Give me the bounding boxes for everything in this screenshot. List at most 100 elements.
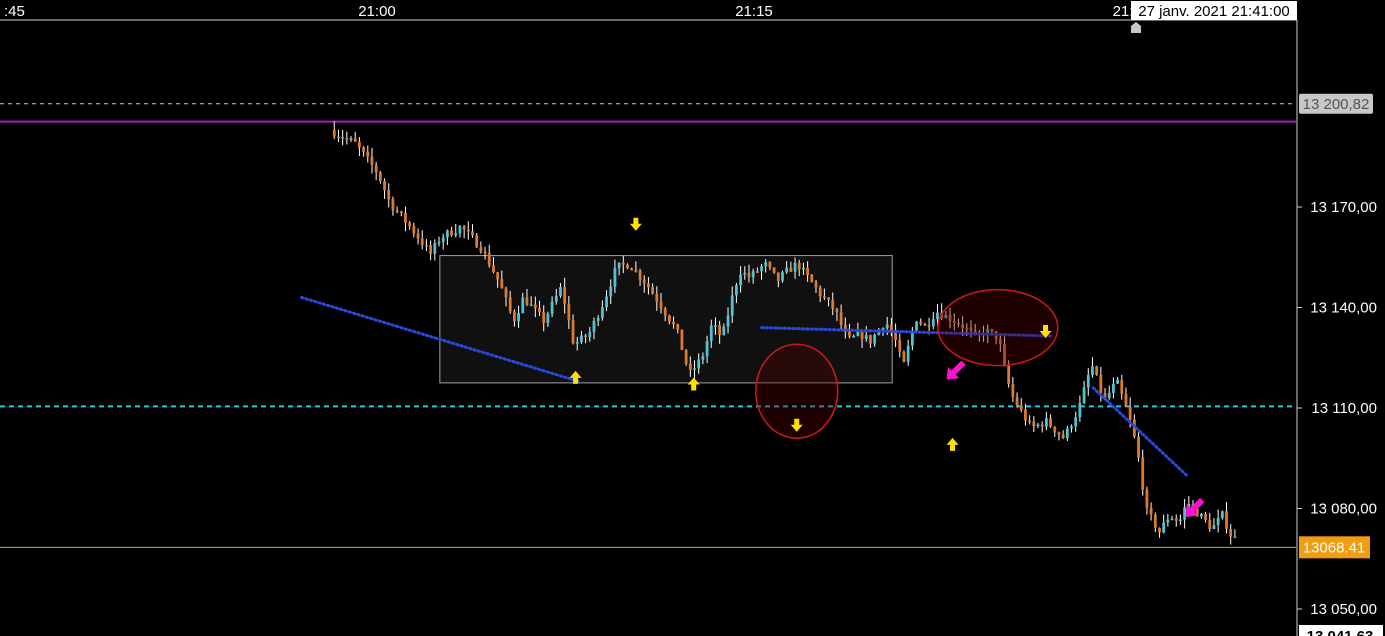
candle-down: [504, 288, 508, 298]
candle-down: [584, 335, 588, 337]
candle-up: [458, 226, 462, 234]
candle-down: [1057, 432, 1061, 435]
last-price-label: 13068.41: [1303, 539, 1366, 556]
candle-down: [1124, 393, 1128, 407]
reference-price-label: 13 200,82: [1303, 96, 1370, 113]
candle-down: [1015, 397, 1019, 406]
candle-up: [802, 267, 805, 270]
candle-down: [567, 304, 571, 321]
candle-down: [755, 271, 759, 273]
candle-down: [383, 180, 386, 191]
candle-up: [864, 334, 868, 340]
candle-down: [869, 334, 872, 344]
candle-down: [496, 272, 500, 280]
candle-down: [655, 293, 659, 302]
candle-down: [919, 321, 923, 324]
candle-up: [613, 268, 617, 287]
candle-down: [429, 245, 433, 254]
candle-up: [437, 242, 441, 244]
candle-down: [663, 308, 667, 316]
candle-down: [621, 262, 625, 265]
candle-down: [672, 321, 675, 325]
candle-down: [542, 312, 546, 324]
candle-down: [676, 324, 680, 330]
candle-up: [617, 262, 621, 269]
candle-up: [609, 286, 613, 297]
candle-down: [848, 331, 851, 337]
candle-up: [588, 332, 592, 337]
bottom-price-label: 13 041,63: [1307, 628, 1374, 636]
candle-down: [1149, 507, 1153, 515]
candle-down: [1208, 520, 1212, 530]
candle-up: [735, 285, 738, 296]
candle-down: [831, 299, 835, 309]
price-tick-label: 13 110,00: [1311, 400, 1377, 417]
candle-up: [1183, 507, 1187, 520]
candle-down: [492, 265, 495, 273]
candle-up: [1044, 418, 1048, 427]
candle-down: [680, 329, 684, 350]
candle-down: [399, 211, 403, 213]
price-chart[interactable]: 13 050,00 13 080,00 13 110,00 13 140,00 13 1…: [0, 0, 1385, 636]
candle-down: [416, 233, 420, 239]
candle-up: [559, 287, 562, 296]
candle-down: [927, 325, 931, 328]
candle-up: [739, 274, 742, 286]
candle-down: [626, 264, 629, 269]
candle-down: [378, 172, 382, 181]
candle-up: [1086, 374, 1090, 388]
candle-up: [1107, 392, 1111, 399]
candle-down: [1007, 364, 1011, 385]
candle-down: [475, 235, 479, 248]
candle-down: [370, 156, 374, 166]
candle-down: [366, 151, 370, 157]
candle-up: [1070, 426, 1073, 429]
candle-up: [714, 325, 717, 327]
candle-up: [1179, 519, 1182, 522]
candle-down: [638, 270, 642, 280]
candle-down: [860, 331, 864, 340]
candle-down: [508, 297, 512, 312]
price-tick-label: 13 170,00: [1310, 199, 1377, 216]
candle-down: [667, 315, 671, 322]
candle-down: [341, 136, 345, 139]
candle-down: [1024, 409, 1027, 421]
candle-down: [1019, 405, 1023, 410]
candle-up: [701, 356, 705, 360]
candle-down: [923, 323, 927, 326]
candle-down: [512, 311, 516, 322]
candle-down: [487, 253, 491, 266]
candle-up: [697, 359, 701, 369]
candle-down: [450, 230, 453, 236]
candle-down: [772, 267, 776, 273]
candle-up: [1162, 522, 1166, 533]
candle-up: [596, 317, 600, 321]
candle-down: [1028, 420, 1032, 422]
candle-down: [1229, 528, 1233, 537]
candle-up: [793, 262, 797, 272]
candle-down: [688, 363, 692, 370]
candle-up: [856, 331, 860, 336]
highlight-circle[interactable]: [937, 288, 1059, 367]
candle-down: [1128, 406, 1132, 420]
candle-up: [550, 301, 554, 314]
candle-down: [500, 279, 504, 289]
price-tick-label: 13 080,00: [1310, 501, 1377, 518]
candle-down: [1153, 514, 1157, 528]
candle-up: [764, 262, 768, 267]
candle-down: [1233, 536, 1237, 539]
candle-up: [852, 335, 856, 338]
price-tick-label: 13 140,00: [1310, 300, 1377, 317]
candle-up: [529, 304, 533, 307]
candle-down: [1225, 511, 1228, 529]
candle-down: [533, 304, 537, 308]
candle-up: [1074, 417, 1078, 427]
candle-down: [471, 231, 474, 236]
candle-down: [718, 325, 722, 335]
candle-down: [797, 262, 801, 270]
candle-up: [906, 345, 910, 362]
time-tick-label: 21:15: [735, 3, 773, 20]
candle-down: [806, 267, 810, 275]
candle-down: [789, 267, 793, 272]
candle-up: [726, 315, 730, 327]
